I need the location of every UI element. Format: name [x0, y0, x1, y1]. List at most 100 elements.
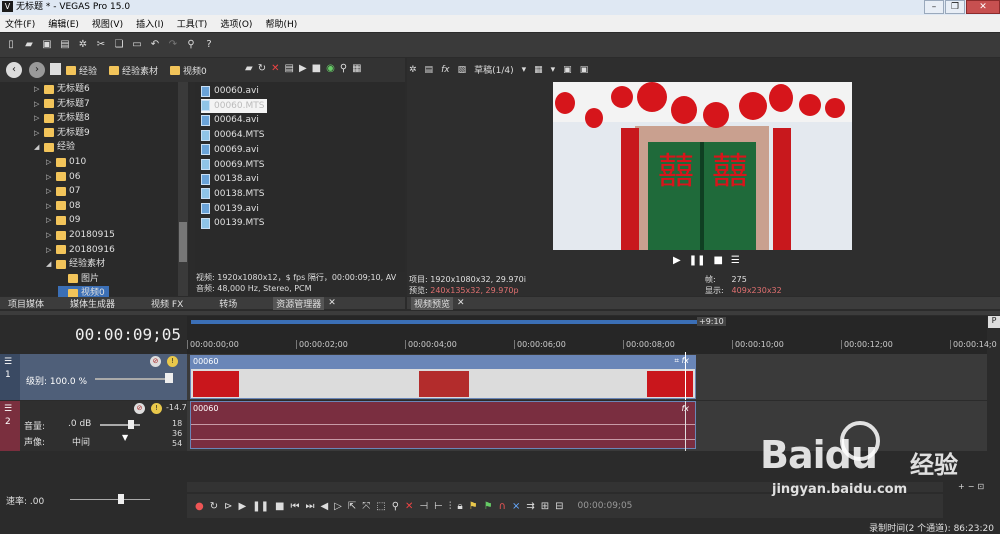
refresh-icon[interactable]: ↻	[258, 63, 266, 74]
trim-start-icon[interactable]: ⊣	[419, 501, 428, 512]
tree-item[interactable]: ▷ 08	[46, 199, 80, 213]
fx-icon[interactable]: fx	[441, 65, 450, 75]
tree-item[interactable]: ▷ 20180916	[46, 243, 115, 257]
tree-item[interactable]: ▷ 07	[46, 184, 80, 198]
close-icon[interactable]: ✕	[328, 298, 336, 308]
track-menu-icon[interactable]: ☰	[4, 404, 12, 414]
collapsed-icon[interactable]: ▷	[46, 213, 56, 227]
tab-video-fx[interactable]: 视频 FX	[151, 297, 183, 310]
menu-icon[interactable]: ☰	[731, 255, 740, 266]
split-icon[interactable]: ⫶	[449, 501, 452, 512]
properties-icon[interactable]: ✲	[76, 38, 90, 52]
collapsed-icon[interactable]: ▷	[46, 184, 56, 198]
tree-item[interactable]: ▷ 无标题9	[34, 126, 90, 140]
file-item[interactable]: 00138.MTS	[201, 187, 264, 201]
playhead[interactable]	[685, 352, 686, 400]
menu-edit[interactable]: 编辑(E)	[48, 17, 79, 30]
split-screen-icon[interactable]: ▧	[458, 65, 467, 75]
prev-frame-icon[interactable]: ◀	[320, 501, 328, 512]
video-clip[interactable]: 00060 ⌗ fx	[190, 355, 696, 399]
level-slider-thumb[interactable]	[165, 373, 173, 383]
help-icon[interactable]: ?	[202, 38, 216, 52]
solo-icon[interactable]: !	[167, 356, 178, 367]
collapsed-icon[interactable]: ▷	[46, 155, 56, 169]
back-icon[interactable]: ‹	[6, 62, 22, 78]
file-item[interactable]: 00064.MTS	[201, 128, 264, 142]
expanded-icon[interactable]: ◢	[34, 140, 44, 154]
chevron-down-icon[interactable]: ▾	[551, 65, 556, 75]
tree-item[interactable]: ◢ 经验	[34, 140, 75, 154]
file-item[interactable]: 00060.MTS	[201, 98, 268, 113]
new-icon[interactable]: ▯	[4, 38, 18, 52]
tree-item[interactable]: ▷ 09	[46, 213, 80, 227]
tree-item[interactable]: ▷ 20180915	[46, 228, 115, 242]
undo-icon[interactable]: ↶	[148, 38, 162, 52]
next-frame-icon[interactable]: ▷	[334, 501, 342, 512]
snapping-icon[interactable]: ∩	[499, 501, 506, 512]
menu-view[interactable]: 视图(V)	[92, 17, 123, 30]
tree-item[interactable]: ◢ 经验素材	[46, 257, 105, 271]
timeline-ruler[interactable]: +9:10 00:00:00;00 00:00:02;00 00:00:04;00 0…	[187, 316, 997, 354]
tree-item[interactable]: ▷ 无标题6	[34, 82, 90, 96]
breadcrumb-item[interactable]: 经验素材	[122, 64, 158, 77]
minimize-button[interactable]: –	[924, 0, 944, 14]
tree-scrollbar[interactable]	[178, 82, 188, 296]
save-icon[interactable]: ▣	[40, 38, 54, 52]
render-icon[interactable]: ▤	[58, 38, 72, 52]
ignore-grouping-icon[interactable]: ⊟	[555, 501, 563, 512]
tree-item[interactable]: ▷ 06	[46, 170, 80, 184]
file-item[interactable]: 00060.avi	[201, 84, 259, 98]
maximize-button[interactable]: ❐	[945, 0, 965, 14]
copy-icon[interactable]: ❏	[112, 38, 126, 52]
tree-item[interactable]: 图片	[58, 272, 99, 286]
zoom-in-icon[interactable]: +	[958, 482, 965, 492]
file-item[interactable]: 00139.MTS	[201, 216, 264, 230]
audio-clip[interactable]: 00060 fx	[190, 401, 696, 449]
auto-preview-icon[interactable]: ◉	[326, 63, 335, 74]
redo-icon[interactable]: ↷	[166, 38, 180, 52]
tree-item[interactable]: ▷ 无标题8	[34, 111, 90, 125]
play-icon[interactable]: ▶	[673, 255, 681, 266]
add-to-project-icon[interactable]: ▤	[284, 63, 293, 74]
solo-icon[interactable]: !	[151, 403, 162, 414]
tab-explorer[interactable]: 资源管理器	[273, 296, 325, 310]
collapsed-icon[interactable]: ▷	[34, 82, 44, 96]
gear-icon[interactable]: ✲	[409, 65, 417, 75]
splitter[interactable]	[0, 311, 1000, 315]
delete-icon[interactable]: ✕	[405, 501, 413, 512]
pan-thumb[interactable]: ▼	[122, 433, 128, 442]
quality-select[interactable]: 草稿(1/4)	[474, 63, 514, 76]
loop-icon[interactable]: ↻	[210, 501, 218, 512]
cut-icon[interactable]: ✂	[94, 38, 108, 52]
stop-icon[interactable]: ■	[312, 63, 321, 74]
tab-project-media[interactable]: 项目媒体	[8, 297, 44, 310]
delete-icon[interactable]: ✕	[271, 63, 279, 74]
stop-icon[interactable]: ■	[713, 255, 722, 266]
menu-file[interactable]: 文件(F)	[5, 17, 35, 30]
auto-crossfade-icon[interactable]: ⨯	[512, 501, 520, 512]
lock-icon[interactable]: 🔒︎	[457, 501, 462, 512]
ruler-toggle-icon[interactable]: P	[988, 316, 1000, 328]
loop-region[interactable]	[191, 320, 697, 324]
mute-icon[interactable]: ⊘	[134, 403, 145, 414]
level-slider[interactable]	[95, 378, 165, 380]
overlays-icon[interactable]: ▦	[534, 65, 543, 75]
tab-transitions[interactable]: 转场	[219, 297, 237, 310]
file-item[interactable]: 00069.MTS	[201, 158, 264, 172]
chevron-down-icon[interactable]: ▾	[522, 65, 527, 75]
history-dropdown-icon[interactable]	[50, 63, 61, 75]
zoom-fit-icon[interactable]: ⊡	[977, 482, 984, 492]
tree-item[interactable]: ▷ 010	[46, 155, 86, 169]
collapsed-icon[interactable]: ▷	[46, 243, 56, 257]
menu-insert[interactable]: 插入(I)	[136, 17, 164, 30]
forward-icon[interactable]: ›	[29, 62, 45, 78]
crop-icon[interactable]: ⌗	[674, 356, 679, 366]
tree-item[interactable]: ▷ 无标题7	[34, 97, 90, 111]
pause-icon[interactable]: ❚❚	[689, 255, 706, 266]
close-button[interactable]: ✕	[966, 0, 1000, 14]
play-from-start-icon[interactable]: ⊳	[224, 501, 232, 512]
save-snapshot-icon[interactable]: ▣	[580, 65, 589, 75]
marker-icon[interactable]: ⚑	[469, 501, 478, 512]
menu-options[interactable]: 选项(O)	[220, 17, 252, 30]
envelope-tool-icon[interactable]: ⤧	[362, 501, 370, 512]
